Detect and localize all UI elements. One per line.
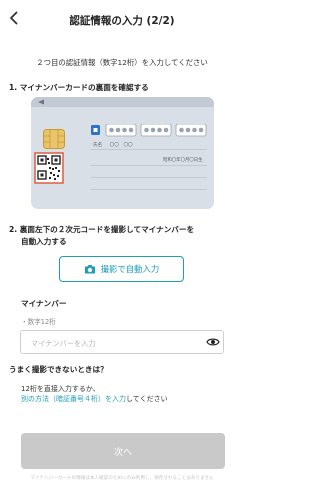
card-line <box>91 149 207 150</box>
card-number-boxes <box>91 124 207 137</box>
mynumber-card-illustration: 氏名 〇〇 〇〇 昭和〇年〇月〇日生 <box>31 97 214 209</box>
next-button[interactable]: 次へ <box>21 433 225 469</box>
auto-input-button-label: 撮影で自動入力 <box>100 264 160 274</box>
card-name-value: 〇〇 〇〇 <box>109 143 133 148</box>
card-arrow-icon <box>38 99 44 105</box>
card-line <box>91 177 207 178</box>
step2-heading-line2: 自動入力する <box>21 237 67 246</box>
qr-code-icon <box>34 152 64 184</box>
card-line <box>91 165 207 166</box>
card-line <box>91 189 207 190</box>
header-bar: 認証情報の入力 (2/2) <box>0 0 244 40</box>
mynumber-field-hint: ・数字12桁 <box>21 318 56 326</box>
eye-icon[interactable] <box>206 336 220 348</box>
camera-icon <box>84 265 95 274</box>
card-birth-text: 昭和〇年〇月〇日生 <box>163 158 203 163</box>
step2-heading-line1: 2. 裏面左下の２次元コードを撮影してマイナンバーを <box>9 225 195 234</box>
page-title: 認証情報の入力 (2/2) <box>69 15 175 27</box>
mynumber-input[interactable] <box>29 332 203 355</box>
alternative-method-link[interactable]: 別の方法（暗証番号４桁）を入力 <box>21 395 126 403</box>
step1-heading: 1. マイナンバーカードの裏面を確認する <box>9 83 149 92</box>
ic-chip-icon <box>43 129 65 149</box>
intro-text: ２つ目の認証情報（数字12桁）を入力してください <box>36 58 208 67</box>
auto-input-button[interactable]: 撮影で自動入力 <box>59 256 184 282</box>
help-text-line2: 別の方法（暗証番号４桁）を入力してください <box>21 394 168 404</box>
help-text-line2-rest: してください <box>126 395 168 403</box>
mynumber-field[interactable] <box>20 330 224 355</box>
step2-heading: 2. 裏面左下の２次元コードを撮影してマイナンバーを 自動入力する <box>9 224 194 248</box>
card-top-band <box>31 97 214 107</box>
help-heading: うまく撮影できないときは？ <box>9 365 108 374</box>
help-text-line1: 12桁を直接入力するか、 <box>21 385 100 393</box>
mynumber-field-label: マイナンバー <box>21 299 67 308</box>
footer-note: マイナンバーカードの情報は本人確認のためにのみ利用し、保存されることはありません <box>30 476 214 481</box>
card-name-label: 氏名 <box>93 143 103 148</box>
